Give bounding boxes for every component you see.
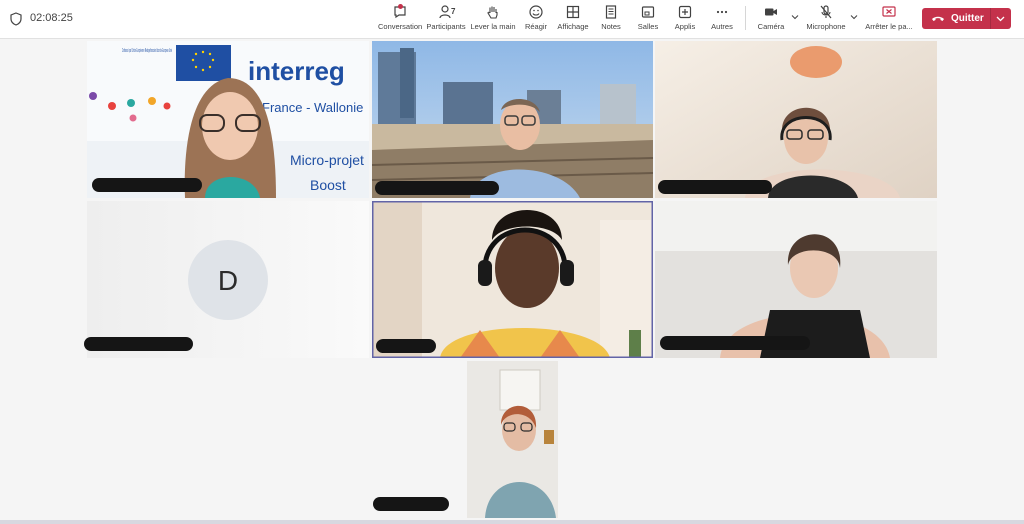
banner-subtitle-2: Micro-projet	[290, 152, 364, 168]
redacted-name-bar	[373, 497, 449, 511]
banner-word: interreg	[248, 56, 345, 86]
redacted-name-bar	[658, 180, 772, 194]
video-tile-1[interactable]: Cofinancé par l'Union Européenne Medegef…	[87, 41, 369, 198]
redacted-name-bar	[84, 337, 193, 351]
banner-subtitle-3: Boost	[310, 177, 346, 193]
redacted-name-bar	[92, 178, 202, 192]
eu-flag-icon	[176, 45, 231, 81]
video-grid: Cofinancé par l'Union Européenne Medegef…	[87, 41, 937, 518]
video-tile-2[interactable]	[371, 41, 654, 198]
video-tile-7[interactable]	[467, 361, 558, 518]
video-tile-3[interactable]	[655, 41, 937, 198]
video-tile-4[interactable]: D	[87, 201, 369, 358]
bottom-edge	[0, 520, 1024, 524]
redacted-name-bar	[376, 339, 436, 353]
avatar-initial: D	[218, 265, 238, 296]
redacted-name-bar	[375, 181, 499, 195]
video-tile-5-active-speaker[interactable]	[372, 201, 653, 358]
banner-subtitle: France - Wallonie	[262, 100, 363, 115]
redacted-name-bar	[660, 336, 810, 350]
video-tile-6[interactable]	[655, 201, 937, 358]
flag-caption: Cofinancé par l'Union Européenne Medegef…	[122, 48, 172, 54]
